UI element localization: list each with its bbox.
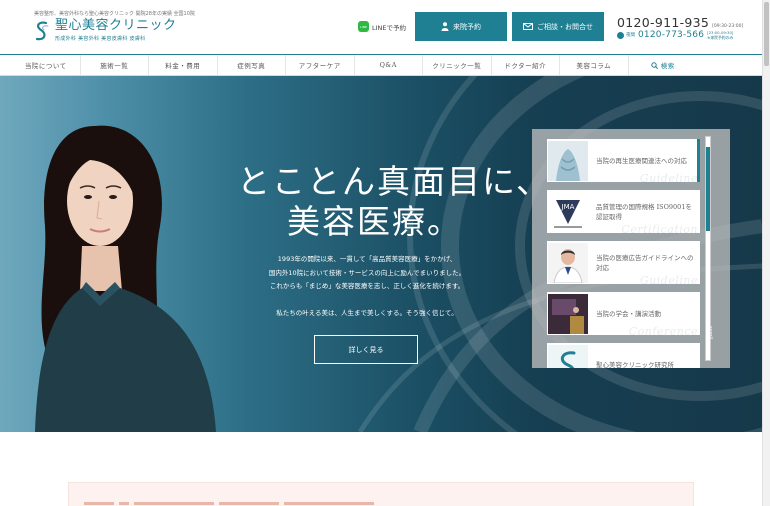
hero-description: 1993年の開院以来、一貫して「高品質美容医療」をかかげ、 国内外10院において… <box>264 253 470 320</box>
jma-logo-text: JMA <box>561 203 575 211</box>
main-phone-number: 0120-911-935 <box>617 15 710 30</box>
line-reserve-label: LINEで予約 <box>372 23 407 32</box>
nav-about[interactable]: 当院について <box>12 55 81 75</box>
night-phone[interactable]: 夜間 0120-773-566 [23:00-09:30] ※来院予約のみ <box>617 30 733 40</box>
main-phone[interactable]: 0120-911-935 [09:30-23:00] <box>617 15 743 30</box>
news-card-watermark: Conference <box>628 325 698 335</box>
search-icon <box>651 61 658 69</box>
hero-model-image <box>35 125 216 432</box>
hero-body-line1: 1993年の開院以来、一貫して「高品質美容医療」をかかげ、 <box>277 255 457 263</box>
news-card-text: 当院の医療広告ガイドラインへの対応 <box>596 253 694 272</box>
nav-search-label: 検索 <box>660 62 675 70</box>
night-phone-label: 夜間 <box>626 33 635 38</box>
logo-s-icon <box>35 20 49 40</box>
news-panel-scroll-thumb[interactable] <box>706 147 710 231</box>
notice-text-fragment <box>284 502 374 505</box>
site-logo[interactable]: 聖心美容クリニック 形成外科 美容外科 美容皮膚科 皮膚科 <box>33 19 177 42</box>
moon-icon <box>617 31 624 39</box>
news-card-watermark: Guideline <box>639 172 698 182</box>
logo-departments: 形成外科 美容外科 美容皮膚科 皮膚科 <box>55 36 146 42</box>
news-card-conference[interactable]: 当院の学会・講演活動 Conference <box>547 292 700 335</box>
news-card-text: 当院の再生医療関連法への対応 <box>596 156 687 165</box>
hero-body-line4: 私たちの叶える美は、人生まで美しくする。そう強く信じて。 <box>276 308 458 317</box>
news-card-text: 聖心美容クリニック研究所 <box>596 360 674 369</box>
read-more-button[interactable]: 詳しく見る <box>314 335 418 364</box>
site-header: 美容整形、美容外科なら聖心美容クリニック 開院28年の実績 全国10院 聖心美容… <box>0 0 770 54</box>
header-tagline: 美容整形、美容外科なら聖心美容クリニック 開院28年の実績 全国10院 <box>34 11 195 17</box>
news-card-iso[interactable]: JMA 品質管理の国際規格 ISO9001を認証取得 Certification <box>547 190 700 233</box>
hero-headline-line1: とことん真面目に、 <box>237 162 552 201</box>
nav-search[interactable]: 検索 <box>629 55 698 75</box>
notice-text-fragment <box>219 502 279 505</box>
news-card-watermark: Certification <box>621 223 698 233</box>
conference-photo-thumbnail <box>548 293 588 334</box>
main-navigation: 当院について 施術一覧 料金・費用 症例写真 アフターケア Q&A クリニック一… <box>0 54 770 76</box>
hero-headline: とことん真面目に、 美容医療。 <box>237 162 551 242</box>
clinic-logo-thumbnail <box>548 344 588 368</box>
consultation-label: ご相談・お問合せ <box>537 22 593 31</box>
scroll-hint-label: scroll <box>707 326 713 340</box>
hero-headline-line2: 美容医療。 <box>287 202 462 241</box>
news-card-ad-guideline[interactable]: 当院の医療広告ガイドラインへの対応 Guideline <box>547 241 700 284</box>
night-phone-hours: [23:00-09:30] ※来院予約のみ <box>707 30 733 40</box>
nav-treatments[interactable]: 施術一覧 <box>81 55 149 75</box>
hero-body-line3: これからも「まじめ」な美容医療を志し、正しく進化を続けます。 <box>269 282 465 290</box>
news-panel: 当院の再生医療関連法への対応 Guideline JMA 品質管理の国際規格 I… <box>532 129 730 368</box>
news-card-watermark: Guideline <box>639 274 698 284</box>
news-card-research[interactable]: 聖心美容クリニック研究所 <box>547 343 700 368</box>
logo-name: 聖心美容クリニック <box>55 18 177 33</box>
visit-reservation-button[interactable]: 来院予約 <box>415 12 507 41</box>
news-card-text: 品質管理の国際規格 ISO9001を認証取得 <box>596 202 692 221</box>
news-card-text: 当院の学会・講演活動 <box>596 309 661 318</box>
nav-doctors[interactable]: ドクター紹介 <box>492 55 560 75</box>
line-app-icon: LINE <box>358 21 369 32</box>
news-card-regenerative[interactable]: 当院の再生医療関連法への対応 Guideline <box>547 139 700 182</box>
nav-faq[interactable]: Q&A <box>355 55 423 75</box>
page-scrollbar[interactable] <box>762 0 770 506</box>
page-scroll-thumb[interactable] <box>764 2 769 66</box>
nav-case-photos[interactable]: 症例写真 <box>218 55 286 75</box>
consultation-button[interactable]: ご相談・お問合せ <box>512 12 604 41</box>
main-phone-hours: [09:30-23:00] <box>712 24 744 29</box>
line-reserve-link[interactable]: LINE LINEで予約 <box>358 21 406 32</box>
news-card-accent <box>697 139 700 182</box>
person-icon <box>441 22 449 31</box>
hero-body-line2: 国内外10院において技術・サービスの向上に励んでまいりました。 <box>268 268 466 277</box>
nav-pricing[interactable]: 料金・費用 <box>149 55 218 75</box>
notice-text-fragment <box>119 502 129 505</box>
night-phone-number: 0120-773-566 <box>638 30 705 40</box>
hero-section: とことん真面目に、 美容医療。 1993年の開院以来、一貫して「高品質美容医療」… <box>0 76 762 432</box>
nav-aftercare[interactable]: アフターケア <box>286 55 355 75</box>
notice-text-fragment <box>134 502 214 505</box>
notice-text-fragment <box>84 502 114 505</box>
mail-icon <box>523 23 533 30</box>
line-icon-text: LINE <box>360 24 367 29</box>
night-hours-note: ※来院予約のみ <box>707 35 734 40</box>
jma-iso-logo: JMA <box>548 191 588 232</box>
back-muscle-thumbnail <box>548 140 588 181</box>
notice-banner-text-fragments <box>84 502 374 505</box>
nav-column[interactable]: 美容コラム <box>560 55 629 75</box>
nav-clinics[interactable]: クリニック一覧 <box>423 55 492 75</box>
visit-reservation-label: 来院予約 <box>453 22 481 31</box>
doctor-portrait-thumbnail <box>548 242 588 283</box>
